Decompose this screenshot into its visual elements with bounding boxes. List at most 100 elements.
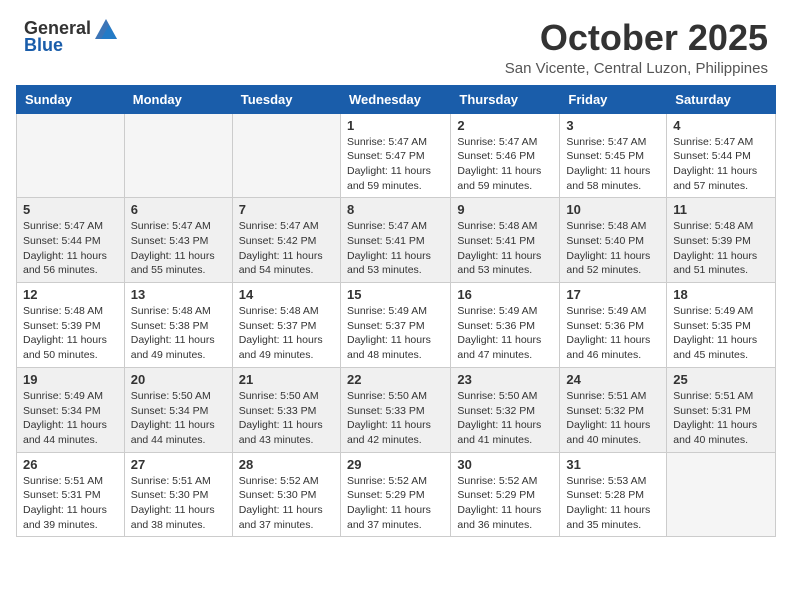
day-info: Sunrise: 5:47 AMSunset: 5:43 PMDaylight:…: [131, 219, 226, 278]
day-number: 8: [347, 202, 444, 217]
day-info: Sunrise: 5:51 AMSunset: 5:31 PMDaylight:…: [673, 389, 769, 448]
calendar-cell: 16 Sunrise: 5:49 AMSunset: 5:36 PMDayligh…: [451, 283, 560, 368]
col-thursday: Thursday: [451, 85, 560, 113]
calendar-cell: 6 Sunrise: 5:47 AMSunset: 5:43 PMDaylight…: [124, 198, 232, 283]
day-info: Sunrise: 5:48 AMSunset: 5:37 PMDaylight:…: [239, 304, 334, 363]
day-info: Sunrise: 5:47 AMSunset: 5:47 PMDaylight:…: [347, 135, 444, 194]
calendar-cell: [124, 113, 232, 198]
day-number: 9: [457, 202, 553, 217]
calendar-cell: 29Sunrise: 5:52 AMSunset: 5:29 PMDayligh…: [340, 452, 450, 537]
day-number: 26: [23, 457, 118, 472]
day-number: 28: [239, 457, 334, 472]
day-number: 17: [566, 287, 660, 302]
col-saturday: Saturday: [667, 85, 776, 113]
day-number: 18: [673, 287, 769, 302]
calendar-cell: 22 Sunrise: 5:50 AMSunset: 5:33 PMDayligh…: [340, 367, 450, 452]
col-tuesday: Tuesday: [232, 85, 340, 113]
day-info: Sunrise: 5:50 AMSunset: 5:33 PMDaylight:…: [347, 389, 444, 448]
calendar-cell: 14 Sunrise: 5:48 AMSunset: 5:37 PMDayligh…: [232, 283, 340, 368]
day-number: 13: [131, 287, 226, 302]
calendar-cell: 10 Sunrise: 5:48 AMSunset: 5:40 PMDayligh…: [560, 198, 667, 283]
calendar-cell: 23Sunrise: 5:50 AMSunset: 5:32 PMDayligh…: [451, 367, 560, 452]
day-info: Sunrise: 5:52 AMSunset: 5:29 PMDaylight:…: [347, 474, 444, 533]
day-info: Sunrise: 5:49 AMSunset: 5:34 PMDaylight:…: [23, 389, 118, 448]
calendar-cell: 28 Sunrise: 5:52 AMSunset: 5:30 PMDayligh…: [232, 452, 340, 537]
calendar-cell: 7Sunrise: 5:47 AMSunset: 5:42 PMDaylight…: [232, 198, 340, 283]
calendar-cell: 20 Sunrise: 5:50 AMSunset: 5:34 PMDayligh…: [124, 367, 232, 452]
day-number: 4: [673, 118, 769, 133]
day-number: 24: [566, 372, 660, 387]
day-number: 3: [566, 118, 660, 133]
calendar-cell: 27 Sunrise: 5:51 AMSunset: 5:30 PMDayligh…: [124, 452, 232, 537]
day-info: Sunrise: 5:48 AMSunset: 5:39 PMDaylight:…: [673, 219, 769, 278]
calendar-cell: [17, 113, 125, 198]
calendar-table: Sunday Monday Tuesday Wednesday Thursday…: [16, 85, 776, 538]
calendar-cell: 25 Sunrise: 5:51 AMSunset: 5:31 PMDayligh…: [667, 367, 776, 452]
calendar-cell: 30 Sunrise: 5:52 AMSunset: 5:29 PMDayligh…: [451, 452, 560, 537]
day-number: 30: [457, 457, 553, 472]
day-number: 16: [457, 287, 553, 302]
calendar-cell: [667, 452, 776, 537]
calendar-week-row-1: 1 Sunrise: 5:47 AMSunset: 5:47 PMDaylight…: [17, 113, 776, 198]
day-info: Sunrise: 5:48 AMSunset: 5:38 PMDaylight:…: [131, 304, 226, 363]
day-number: 2: [457, 118, 553, 133]
logo-blue: Blue: [24, 35, 63, 56]
logo-icon: [95, 19, 117, 39]
day-number: 1: [347, 118, 444, 133]
day-number: 22: [347, 372, 444, 387]
day-info: Sunrise: 5:49 AMSunset: 5:37 PMDaylight:…: [347, 304, 444, 363]
day-number: 25: [673, 372, 769, 387]
day-number: 21: [239, 372, 334, 387]
day-info: Sunrise: 5:52 AMSunset: 5:29 PMDaylight:…: [457, 474, 553, 533]
calendar-cell: 8 Sunrise: 5:47 AMSunset: 5:41 PMDaylight…: [340, 198, 450, 283]
col-monday: Monday: [124, 85, 232, 113]
day-info: Sunrise: 5:49 AMSunset: 5:36 PMDaylight:…: [566, 304, 660, 363]
day-info: Sunrise: 5:50 AMSunset: 5:33 PMDaylight:…: [239, 389, 334, 448]
day-info: Sunrise: 5:51 AMSunset: 5:30 PMDaylight:…: [131, 474, 226, 533]
day-number: 6: [131, 202, 226, 217]
col-wednesday: Wednesday: [340, 85, 450, 113]
calendar-cell: 5 Sunrise: 5:47 AMSunset: 5:44 PMDaylight…: [17, 198, 125, 283]
calendar-cell: 21 Sunrise: 5:50 AMSunset: 5:33 PMDayligh…: [232, 367, 340, 452]
col-sunday: Sunday: [17, 85, 125, 113]
location-subtitle: San Vicente, Central Luzon, Philippines: [505, 60, 768, 77]
day-number: 12: [23, 287, 118, 302]
month-title: October 2025: [505, 18, 768, 58]
day-info: Sunrise: 5:48 AMSunset: 5:40 PMDaylight:…: [566, 219, 660, 278]
day-info: Sunrise: 5:48 AMSunset: 5:39 PMDaylight:…: [23, 304, 118, 363]
calendar-wrapper: Sunday Monday Tuesday Wednesday Thursday…: [0, 85, 792, 554]
day-info: Sunrise: 5:50 AMSunset: 5:32 PMDaylight:…: [457, 389, 553, 448]
calendar-cell: 15 Sunrise: 5:49 AMSunset: 5:37 PMDayligh…: [340, 283, 450, 368]
day-info: Sunrise: 5:49 AMSunset: 5:36 PMDaylight:…: [457, 304, 553, 363]
calendar-cell: 12 Sunrise: 5:48 AMSunset: 5:39 PMDayligh…: [17, 283, 125, 368]
day-info: Sunrise: 5:52 AMSunset: 5:30 PMDaylight:…: [239, 474, 334, 533]
day-info: Sunrise: 5:51 AMSunset: 5:31 PMDaylight:…: [23, 474, 118, 533]
day-info: Sunrise: 5:47 AMSunset: 5:44 PMDaylight:…: [23, 219, 118, 278]
calendar-cell: 17 Sunrise: 5:49 AMSunset: 5:36 PMDayligh…: [560, 283, 667, 368]
calendar-cell: 1 Sunrise: 5:47 AMSunset: 5:47 PMDaylight…: [340, 113, 450, 198]
calendar-cell: 13 Sunrise: 5:48 AMSunset: 5:38 PMDayligh…: [124, 283, 232, 368]
day-info: Sunrise: 5:47 AMSunset: 5:41 PMDaylight:…: [347, 219, 444, 278]
calendar-cell: 24 Sunrise: 5:51 AMSunset: 5:32 PMDayligh…: [560, 367, 667, 452]
day-number: 15: [347, 287, 444, 302]
calendar-cell: 26 Sunrise: 5:51 AMSunset: 5:31 PMDayligh…: [17, 452, 125, 537]
calendar-cell: 4Sunrise: 5:47 AMSunset: 5:44 PMDaylight…: [667, 113, 776, 198]
day-number: 19: [23, 372, 118, 387]
logo: General Blue: [24, 18, 117, 56]
day-number: 31: [566, 457, 660, 472]
day-info: Sunrise: 5:51 AMSunset: 5:32 PMDaylight:…: [566, 389, 660, 448]
calendar-header-row: Sunday Monday Tuesday Wednesday Thursday…: [17, 85, 776, 113]
calendar-cell: 9 Sunrise: 5:48 AMSunset: 5:41 PMDaylight…: [451, 198, 560, 283]
day-info: Sunrise: 5:48 AMSunset: 5:41 PMDaylight:…: [457, 219, 553, 278]
day-number: 20: [131, 372, 226, 387]
day-info: Sunrise: 5:53 AMSunset: 5:28 PMDaylight:…: [566, 474, 660, 533]
day-number: 27: [131, 457, 226, 472]
day-number: 5: [23, 202, 118, 217]
title-block: October 2025 San Vicente, Central Luzon,…: [505, 18, 768, 77]
day-number: 7: [239, 202, 334, 217]
calendar-cell: [232, 113, 340, 198]
day-number: 14: [239, 287, 334, 302]
day-number: 10: [566, 202, 660, 217]
day-info: Sunrise: 5:50 AMSunset: 5:34 PMDaylight:…: [131, 389, 226, 448]
calendar-cell: 2Sunrise: 5:47 AMSunset: 5:46 PMDaylight…: [451, 113, 560, 198]
